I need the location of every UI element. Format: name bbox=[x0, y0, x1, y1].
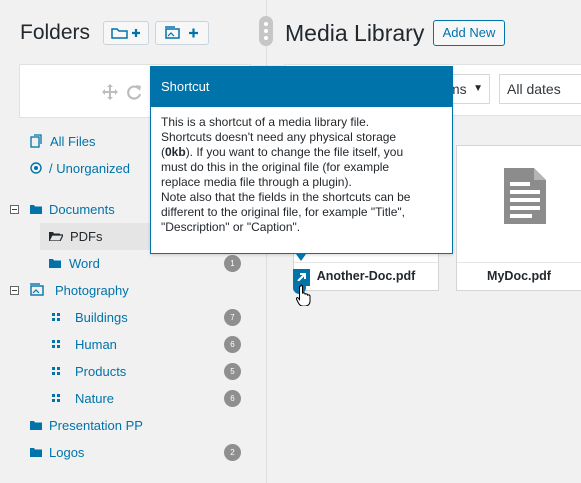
new-gallery-icon bbox=[165, 26, 199, 39]
folder-open-icon bbox=[49, 232, 63, 241]
tree-item-label: Logos bbox=[49, 445, 85, 460]
count-badge: 6 bbox=[224, 336, 241, 353]
date-filter-select[interactable]: All dates bbox=[499, 74, 581, 104]
tree-item-label: PDFs bbox=[70, 229, 103, 244]
tooltip-bold: 0kb bbox=[165, 145, 186, 159]
tooltip-line: Shortcuts doesn't need any physical stor… bbox=[161, 130, 397, 144]
page-title: Media Library bbox=[285, 20, 425, 46]
grid-icon bbox=[52, 367, 60, 375]
count-badge: 6 bbox=[224, 390, 241, 407]
tooltip-pointer bbox=[296, 254, 306, 261]
hand-cursor-icon bbox=[296, 284, 311, 306]
count-badge: 5 bbox=[224, 363, 241, 380]
chevron-down-icon: ▼ bbox=[473, 83, 483, 94]
tooltip-line: (0kb). If you want to change the file it… bbox=[161, 145, 404, 159]
folders-header: Folders bbox=[20, 20, 215, 46]
file-name: Another-Doc.pdf bbox=[294, 262, 438, 290]
tooltip-line: must do this in the original file (for e… bbox=[161, 160, 390, 174]
add-new-button[interactable]: Add New bbox=[433, 20, 505, 46]
count-badge: 7 bbox=[224, 309, 241, 326]
unorganized-icon bbox=[30, 162, 42, 174]
tooltip-line: This is a shortcut of a media library fi… bbox=[161, 115, 370, 129]
tree-item-logos[interactable]: Logos 2 bbox=[0, 439, 252, 466]
count-badge: 2 bbox=[224, 444, 241, 461]
tree-item-nature[interactable]: Nature 6 bbox=[0, 385, 252, 412]
tree-item-label: Documents bbox=[49, 202, 115, 217]
folder-icon bbox=[30, 421, 42, 430]
tooltip-line: replace media file through a plugin). bbox=[161, 175, 352, 189]
new-folder-icon bbox=[111, 28, 141, 39]
tree-item-photography[interactable]: Photography bbox=[0, 277, 252, 304]
new-gallery-button[interactable] bbox=[155, 21, 210, 45]
media-tile[interactable]: MyDoc.pdf bbox=[456, 145, 581, 291]
date-filter-value: All dates bbox=[507, 81, 561, 97]
tree-item-label: Nature bbox=[75, 391, 115, 406]
tooltip-line: "Description" or "Caption". bbox=[161, 220, 301, 234]
collapse-toggle-icon[interactable] bbox=[10, 286, 19, 295]
tree-item-label: Photography bbox=[55, 283, 129, 298]
grid-icon bbox=[52, 394, 60, 402]
tree-item-buildings[interactable]: Buildings 7 bbox=[0, 304, 252, 331]
tree-item-label: Buildings bbox=[75, 310, 128, 325]
collapse-toggle-icon[interactable] bbox=[10, 205, 19, 214]
tooltip-body: This is a shortcut of a media library fi… bbox=[151, 107, 452, 235]
count-badge: 1 bbox=[224, 255, 241, 272]
folder-icon bbox=[49, 259, 61, 268]
resize-handle[interactable] bbox=[259, 16, 273, 46]
folders-title: Folders bbox=[20, 21, 91, 44]
tooltip-line-rest: ). If you want to change the file itself… bbox=[185, 145, 404, 159]
all-files-icon bbox=[30, 134, 42, 148]
refresh-icon[interactable] bbox=[125, 83, 143, 101]
file-name: MyDoc.pdf bbox=[457, 262, 581, 290]
gallery-icon bbox=[30, 283, 44, 296]
grid-icon bbox=[52, 340, 60, 348]
new-folder-button[interactable] bbox=[103, 21, 150, 45]
grid-icon bbox=[52, 313, 60, 321]
tree-item-label: Human bbox=[75, 337, 117, 352]
tree-item-human[interactable]: Human 6 bbox=[0, 331, 252, 358]
tree-item-label: Products bbox=[75, 364, 127, 379]
shortcut-tooltip: Shortcut This is a shortcut of a media l… bbox=[150, 66, 453, 254]
tree-item-label: All Files bbox=[50, 134, 96, 149]
folder-icon bbox=[30, 448, 42, 457]
tree-item-label: Word bbox=[69, 256, 100, 271]
move-icon[interactable] bbox=[101, 83, 119, 101]
tooltip-line: Note also that the fields in the shortcu… bbox=[161, 190, 411, 204]
tree-item-label: Presentation PP bbox=[49, 418, 143, 433]
document-icon bbox=[504, 168, 546, 224]
tree-item-word[interactable]: Word 1 bbox=[0, 250, 252, 277]
tree-item-presentation-pp[interactable]: Presentation PP bbox=[0, 412, 252, 439]
tree-item-products[interactable]: Products 5 bbox=[0, 358, 252, 385]
tooltip-line: different to the original file, for exam… bbox=[161, 205, 405, 219]
tooltip-title: Shortcut bbox=[151, 67, 452, 107]
folder-icon bbox=[30, 205, 42, 214]
tree-item-label: / Unorganized bbox=[49, 161, 130, 176]
